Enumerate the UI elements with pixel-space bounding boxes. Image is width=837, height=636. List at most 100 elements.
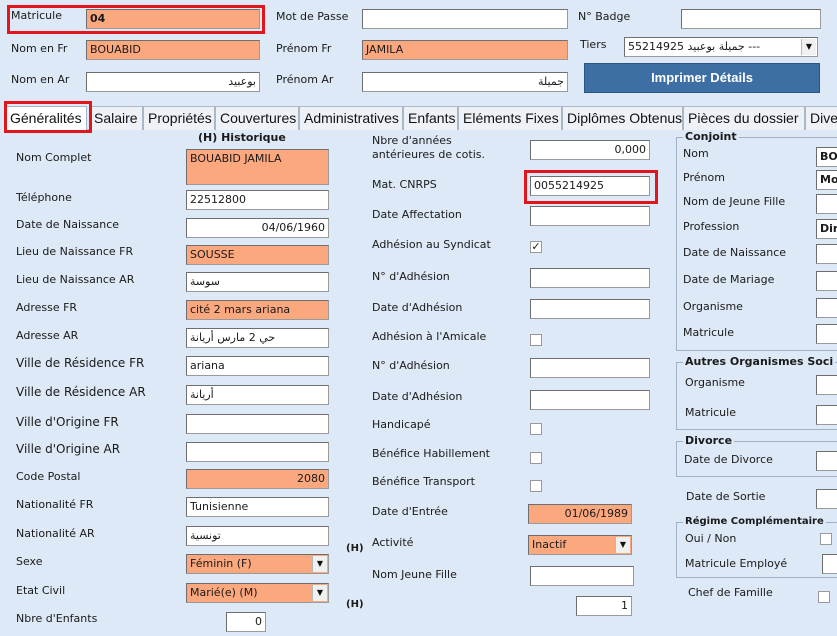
autres-organisme-field[interactable] — [816, 375, 837, 395]
etat-civil-select[interactable]: Marié(e) (M) ▼ — [186, 583, 329, 603]
adresse-fr-field[interactable]: cité 2 mars ariana — [186, 300, 329, 320]
n-adhesion-1-field[interactable] — [530, 268, 650, 288]
chef-famille-checkbox[interactable] — [818, 591, 830, 603]
nationalite-ar-field[interactable]: تونسية — [186, 526, 329, 546]
nbre-annees-field[interactable]: 0,000 — [530, 140, 650, 160]
nom-jeune-fille-field[interactable] — [530, 566, 634, 586]
sexe-label: Sexe — [16, 555, 43, 568]
benef-transport-checkbox[interactable] — [530, 480, 542, 492]
tab-pieces-dossier[interactable]: Pièces du dossier — [683, 106, 805, 130]
conjoint-organisme-field[interactable] — [816, 298, 837, 318]
tab-divers[interactable]: Divers — [805, 106, 837, 130]
regime-oui-non-checkbox[interactable] — [820, 533, 832, 545]
ville-res-fr-field[interactable]: ariana — [186, 356, 329, 376]
mot-de-passe-label: Mot de Passe — [276, 10, 349, 23]
tab-proprietes[interactable]: Propriétés — [143, 106, 215, 130]
handicape-checkbox[interactable] — [530, 423, 542, 435]
ville-orig-fr-field[interactable] — [186, 414, 329, 434]
conjoint-group — [676, 137, 837, 351]
nom-complet-field[interactable]: BOUABID JAMILA — [186, 149, 329, 185]
oui-non-label: Oui / Non — [685, 532, 737, 545]
conjoint-nom-label: Nom — [683, 147, 709, 160]
nationalite-fr-label: Nationalité FR — [16, 498, 94, 511]
matricule-employe-field[interactable] — [822, 554, 837, 574]
mot-de-passe-field[interactable] — [362, 9, 568, 29]
conjoint-date-naissance-field[interactable] — [816, 244, 837, 264]
conjoint-matricule-field[interactable] — [816, 324, 837, 344]
n-adhesion-2-field[interactable] — [530, 358, 650, 378]
matricule-field[interactable]: 04 — [86, 9, 260, 29]
adhesion-syndicat-label: Adhésion au Syndicat — [372, 238, 491, 251]
date-adhesion-2-field[interactable] — [530, 390, 650, 410]
lieu-naissance-fr-field[interactable]: SOUSSE — [186, 245, 329, 265]
nom-fr-field[interactable]: BOUABID — [86, 40, 260, 60]
ville-res-ar-field[interactable]: أريانة — [186, 385, 329, 405]
date-entree-field[interactable]: 01/06/1989 — [528, 504, 632, 524]
ville-res-fr-label: Ville de Résidence FR — [16, 356, 145, 370]
date-sortie-field[interactable] — [816, 489, 837, 509]
mat-cnrps-label: Mat. CNRPS — [372, 178, 437, 191]
date-divorce-field[interactable] — [816, 451, 837, 471]
nationalite-fr-field[interactable]: Tunisienne — [186, 497, 329, 517]
tab-elements-fixes[interactable]: Eléments Fixes — [458, 106, 562, 130]
chevron-down-icon[interactable]: ▼ — [312, 585, 327, 601]
conjoint-nom-field[interactable]: BO — [816, 147, 837, 167]
nbre-enfants-field[interactable]: 0 — [226, 612, 266, 632]
enfants-historique-marker[interactable]: (H) — [346, 599, 364, 610]
conjoint-profession-field[interactable]: Dir — [816, 219, 837, 239]
badge-label: N° Badge — [578, 10, 631, 23]
benef-habillement-checkbox[interactable] — [530, 452, 542, 464]
nationalite-ar-label: Nationalité AR — [16, 527, 95, 540]
count-field[interactable]: 1 — [576, 596, 632, 616]
prenom-fr-label: Prénom Fr — [276, 42, 332, 55]
adresse-fr-label: Adresse FR — [16, 301, 78, 314]
tiers-select[interactable]: 55214925 جميلة بوعبيد --- ▼ — [624, 37, 818, 57]
ville-orig-ar-field[interactable] — [186, 442, 329, 462]
sexe-historique-marker[interactable]: (H) — [346, 543, 364, 554]
code-postal-field[interactable]: 2080 — [186, 469, 329, 489]
prenom-ar-label: Prénom Ar — [276, 73, 334, 86]
print-details-button[interactable]: Imprimer Détails — [584, 63, 820, 93]
chevron-down-icon[interactable]: ▼ — [615, 537, 630, 553]
tab-salaire[interactable]: Salaire — [89, 106, 143, 130]
telephone-label: Téléphone — [16, 191, 72, 204]
adhesion-amicale-checkbox[interactable] — [530, 334, 542, 346]
chevron-down-icon[interactable]: ▼ — [312, 556, 327, 572]
prenom-ar-field[interactable]: جميلة — [362, 72, 568, 92]
benef-transport-label: Bénéfice Transport — [372, 475, 475, 488]
telephone-field[interactable]: 22512800 — [186, 190, 329, 210]
autres-matricule-field[interactable] — [816, 405, 837, 425]
date-naissance-field[interactable]: 04/06/1960 — [186, 218, 329, 238]
date-affectation-field[interactable] — [530, 206, 650, 226]
conjoint-date-mariage-field[interactable] — [816, 271, 837, 291]
prenom-fr-field[interactable]: JAMILA — [362, 40, 568, 60]
chevron-down-icon[interactable]: ▼ — [801, 39, 816, 55]
tab-administratives[interactable]: Administratives — [299, 106, 403, 130]
tab-generalites[interactable]: Généralités — [5, 106, 87, 131]
badge-field[interactable] — [681, 9, 821, 29]
date-adhesion-1-field[interactable] — [530, 299, 650, 319]
activite-select[interactable]: Inactif ▼ — [528, 535, 632, 555]
conjoint-prenom-field[interactable]: Mo — [816, 170, 837, 190]
regime-title: Régime Complémentaire — [683, 516, 826, 527]
nom-ar-field[interactable]: بوعبيد — [86, 72, 260, 92]
n-adhesion-1-label: N° d'Adhésion — [372, 270, 450, 283]
date-adhesion-2-label: Date d'Adhésion — [372, 390, 463, 403]
mat-cnrps-field[interactable]: 0055214925 — [530, 176, 650, 196]
nbre-enfants-label: Nbre d'Enfants — [16, 612, 98, 625]
adhesion-syndicat-checkbox[interactable]: ✓ — [530, 241, 542, 253]
conjoint-prenom-label: Prénom — [683, 171, 725, 184]
adresse-ar-field[interactable]: حي 2 مارس أريانة — [186, 328, 329, 348]
tab-bar: Généralités Salaire Propriétés Couvertur… — [5, 106, 837, 131]
conjoint-nom-jeune-fille-field[interactable] — [816, 194, 837, 214]
tab-enfants[interactable]: Enfants — [403, 106, 458, 130]
sexe-value: Féminin (F) — [190, 557, 252, 570]
code-postal-label: Code Postal — [16, 470, 81, 483]
adresse-ar-label: Adresse AR — [16, 329, 79, 342]
lieu-naissance-ar-field[interactable]: سوسة — [186, 272, 329, 292]
tiers-value: 55214925 جميلة بوعبيد --- — [628, 40, 761, 53]
tab-diplomes[interactable]: Diplômes Obtenus — [562, 106, 683, 130]
sexe-select[interactable]: Féminin (F) ▼ — [186, 554, 329, 574]
tab-couvertures[interactable]: Couvertures — [215, 106, 299, 130]
date-sortie-label: Date de Sortie — [686, 490, 766, 503]
